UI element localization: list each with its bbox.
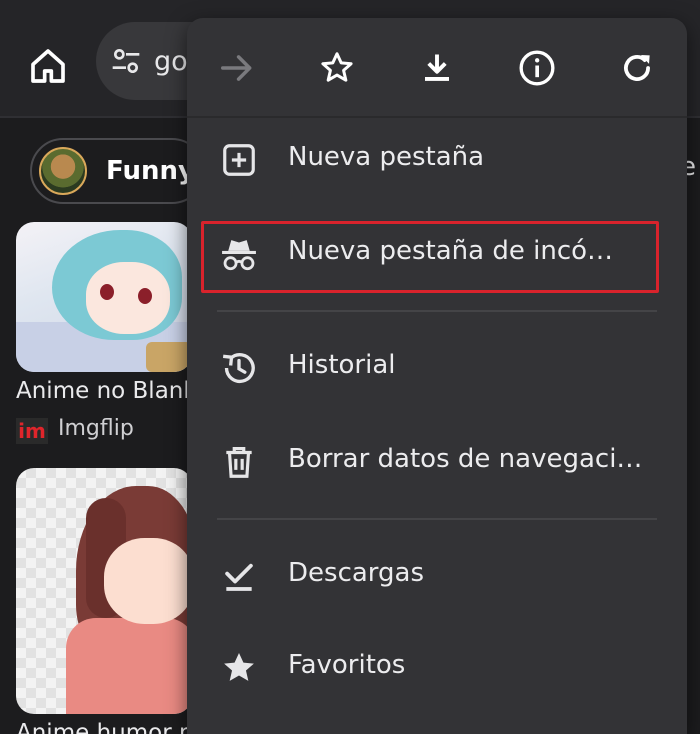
forward-button[interactable] bbox=[209, 40, 265, 96]
site-settings-icon[interactable] bbox=[110, 45, 142, 77]
result-source-1[interactable]: Imgflip bbox=[58, 416, 134, 441]
home-button[interactable] bbox=[20, 38, 76, 94]
highlight-box bbox=[201, 221, 659, 293]
chip-label: Funny bbox=[106, 156, 195, 186]
menu-item-downloads[interactable]: Descargas bbox=[187, 536, 687, 616]
result-caption-2[interactable]: Anime humor m bbox=[16, 720, 201, 734]
home-icon bbox=[31, 49, 65, 83]
address-text[interactable]: go bbox=[154, 46, 188, 77]
chip-avatar bbox=[39, 147, 87, 195]
menu-item-label: Borrar datos de navegaci… bbox=[288, 444, 643, 474]
download-page-button[interactable] bbox=[409, 40, 465, 96]
forward-icon bbox=[221, 55, 252, 81]
menu-item-label: Favoritos bbox=[288, 650, 406, 680]
filter-chip-funny[interactable]: Funny bbox=[30, 138, 205, 204]
menu-divider bbox=[187, 116, 687, 118]
imgflip-logo-icon: im bbox=[16, 418, 48, 444]
bookmark-star-icon bbox=[321, 52, 353, 82]
menu-item-label: Nueva pestaña bbox=[288, 142, 485, 172]
new-tab-icon bbox=[219, 140, 259, 180]
result-caption-1[interactable]: Anime no Blank bbox=[16, 378, 197, 404]
menu-item-label: Descargas bbox=[288, 558, 425, 588]
menu-item-history[interactable]: Historial bbox=[187, 328, 687, 408]
downloads-check-icon bbox=[219, 556, 259, 596]
menu-item-label: Historial bbox=[288, 350, 396, 380]
result-image-1[interactable] bbox=[16, 222, 192, 372]
download-icon bbox=[425, 54, 449, 81]
star-icon bbox=[219, 648, 259, 688]
history-icon bbox=[219, 348, 259, 388]
menu-item-bookmarks[interactable]: Favoritos bbox=[187, 628, 687, 708]
menu-item-new-tab[interactable]: Nueva pestaña bbox=[187, 120, 687, 200]
result-image-2[interactable] bbox=[16, 468, 192, 714]
menu-item-clear-browsing-data[interactable]: Borrar datos de navegaci… bbox=[187, 422, 687, 502]
menu-separator bbox=[217, 518, 657, 520]
bookmark-button[interactable] bbox=[309, 40, 365, 96]
menu-icon-row bbox=[187, 18, 687, 116]
browser-overflow-menu: Nueva pestaña Nueva pestaña de incó… His… bbox=[187, 18, 687, 734]
menu-separator bbox=[217, 310, 657, 312]
refresh-icon bbox=[624, 55, 650, 81]
trash-icon bbox=[219, 442, 259, 482]
page-info-button[interactable] bbox=[509, 40, 565, 96]
info-icon bbox=[519, 50, 555, 86]
reload-button[interactable] bbox=[609, 40, 665, 96]
